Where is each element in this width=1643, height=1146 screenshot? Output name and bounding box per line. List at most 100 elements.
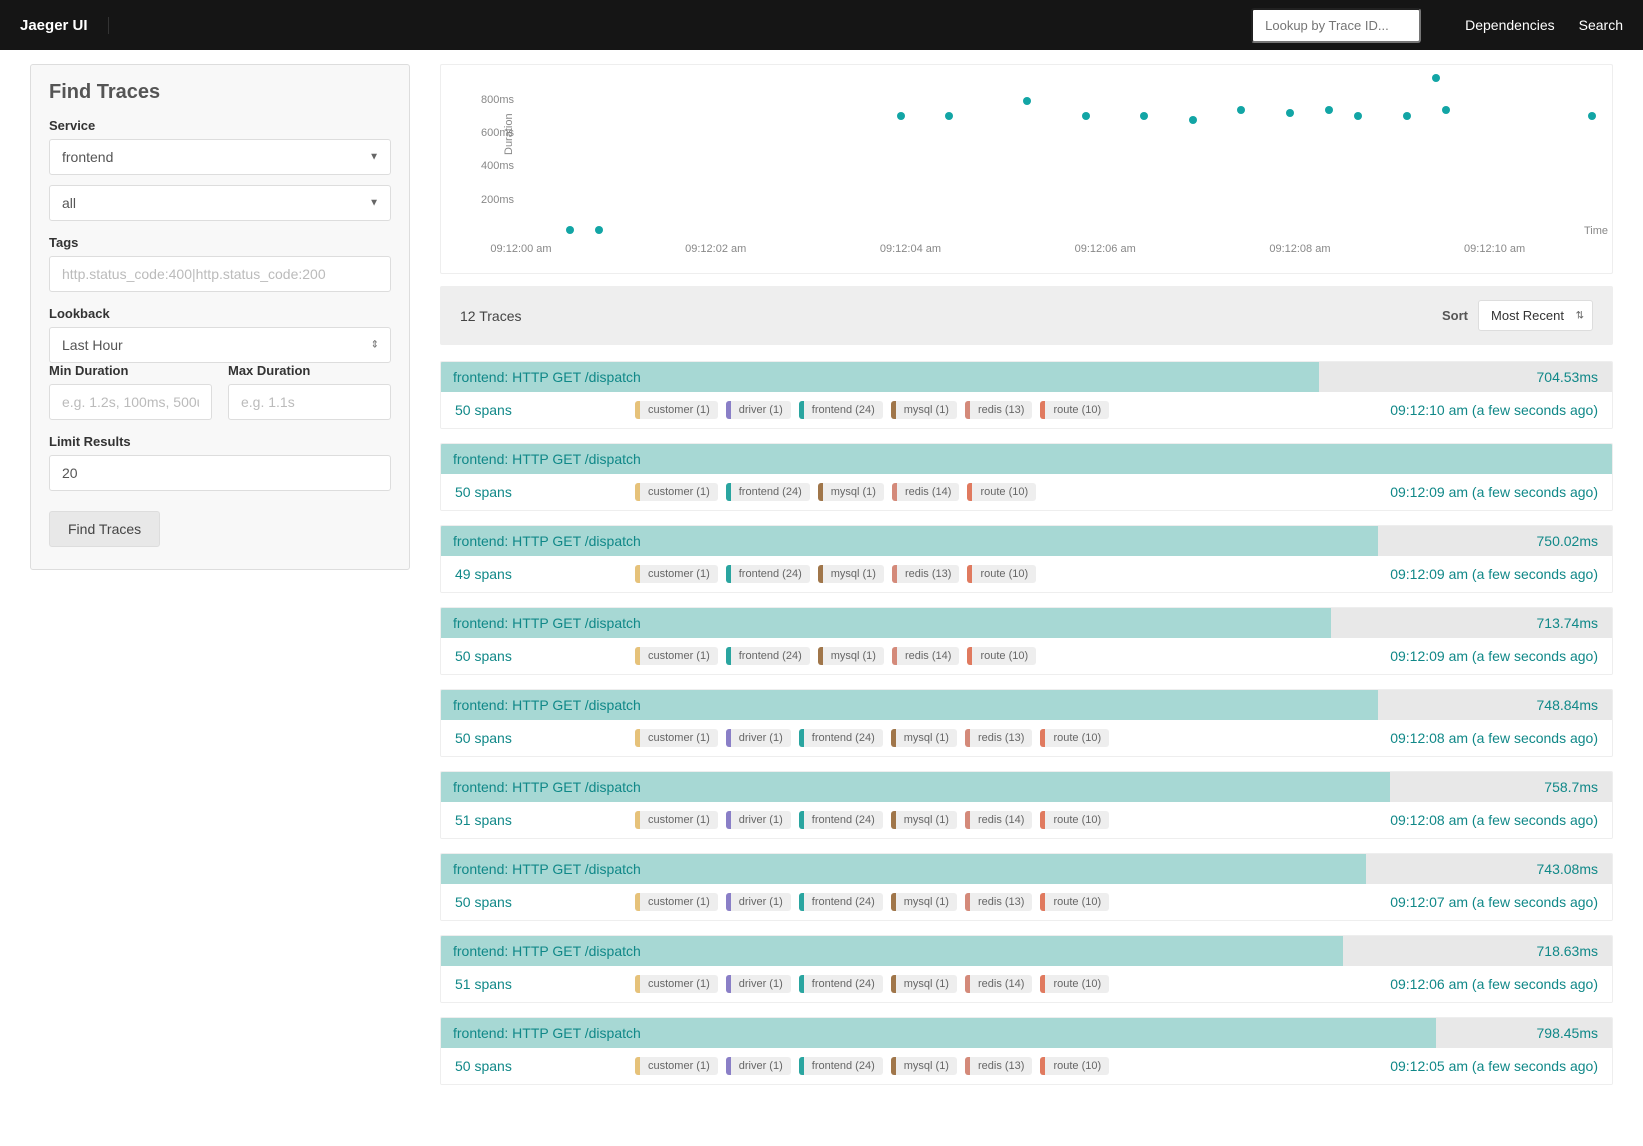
trace-spans: 49 spans: [455, 566, 635, 582]
find-traces-button[interactable]: Find Traces: [49, 511, 160, 547]
service-tag: customer (1): [635, 647, 718, 665]
sidebar-title: Find Traces: [49, 81, 391, 104]
tags-input[interactable]: [49, 256, 391, 292]
lookback-select[interactable]: Last Hour: [49, 327, 391, 363]
trace-item[interactable]: frontend: HTTP GET /dispatch748.84ms50 s…: [440, 689, 1613, 757]
trace-timestamp: 09:12:08 am (a few seconds ago): [1390, 730, 1598, 746]
chart-point[interactable]: [1432, 74, 1440, 82]
service-tag: customer (1): [635, 1057, 718, 1075]
chart-point[interactable]: [1588, 112, 1596, 120]
service-tag: frontend (24): [726, 483, 810, 501]
brand: Jaeger UI: [20, 17, 109, 34]
chart-point[interactable]: [1442, 106, 1450, 114]
limit-input[interactable]: [49, 455, 391, 491]
trace-duration: 758.7ms: [1530, 772, 1612, 802]
min-duration-input[interactable]: [49, 384, 212, 420]
trace-item[interactable]: frontend: HTTP GET /dispatch713.74ms50 s…: [440, 607, 1613, 675]
service-tag: frontend (24): [726, 647, 810, 665]
trace-tags: customer (1)frontend (24)mysql (1)redis …: [635, 483, 1036, 501]
service-tag: redis (14): [892, 483, 959, 501]
chart-point[interactable]: [897, 112, 905, 120]
chart-point[interactable]: [1325, 106, 1333, 114]
service-tag: driver (1): [726, 1057, 791, 1075]
chart-point[interactable]: [566, 226, 574, 234]
trace-tags: customer (1)driver (1)frontend (24)mysql…: [635, 893, 1109, 911]
chart-point[interactable]: [1354, 112, 1362, 120]
trace-title: frontend: HTTP GET /dispatch: [441, 854, 1366, 884]
trace-title: frontend: HTTP GET /dispatch: [441, 526, 1378, 556]
trace-duration: 750.02ms: [1523, 526, 1612, 556]
topbar: Jaeger UI Dependencies Search: [0, 0, 1643, 50]
chart-xtick: 09:12:02 am: [685, 243, 746, 255]
chart-point[interactable]: [1140, 112, 1148, 120]
trace-spans: 50 spans: [455, 1058, 635, 1074]
chart-xtick: 09:12:00 am: [490, 243, 551, 255]
trace-duration: 743.08ms: [1523, 854, 1612, 884]
service-tag: frontend (24): [726, 565, 810, 583]
service-tag: customer (1): [635, 975, 718, 993]
chart-point[interactable]: [1286, 109, 1294, 117]
service-tag: redis (14): [892, 647, 959, 665]
trace-tags: customer (1)driver (1)frontend (24)mysql…: [635, 1057, 1109, 1075]
service-tag: redis (14): [965, 811, 1032, 829]
sort-select[interactable]: Most Recent: [1478, 300, 1593, 331]
service-tag: route (10): [1040, 893, 1109, 911]
scatter-chart: Duration Time 200ms400ms600ms800ms09:12:…: [440, 64, 1613, 274]
service-tag: route (10): [967, 483, 1036, 501]
trace-duration: 704.53ms: [1523, 362, 1612, 392]
service-tag: mysql (1): [891, 729, 957, 747]
trace-duration: 930.01ms: [1612, 444, 1613, 474]
chart-point[interactable]: [1082, 112, 1090, 120]
service-select[interactable]: frontend: [49, 139, 391, 175]
chart-ytick: 800ms: [481, 94, 514, 106]
trace-item[interactable]: frontend: HTTP GET /dispatch798.45ms50 s…: [440, 1017, 1613, 1085]
service-tag: mysql (1): [891, 1057, 957, 1075]
chart-point[interactable]: [595, 226, 603, 234]
operation-select[interactable]: all: [49, 185, 391, 221]
service-tag: customer (1): [635, 729, 718, 747]
trace-item[interactable]: frontend: HTTP GET /dispatch718.63ms51 s…: [440, 935, 1613, 1003]
service-tag: mysql (1): [891, 893, 957, 911]
service-tag: redis (14): [965, 975, 1032, 993]
service-tag: frontend (24): [799, 893, 883, 911]
service-tag: route (10): [967, 647, 1036, 665]
chart-point[interactable]: [1237, 106, 1245, 114]
service-tag: frontend (24): [799, 811, 883, 829]
chart-xtick: 09:12:06 am: [1075, 243, 1136, 255]
service-tag: route (10): [1040, 811, 1109, 829]
max-duration-input[interactable]: [228, 384, 391, 420]
service-tag: mysql (1): [891, 401, 957, 419]
service-tag: mysql (1): [891, 975, 957, 993]
trace-title: frontend: HTTP GET /dispatch: [441, 362, 1319, 392]
service-tag: frontend (24): [799, 729, 883, 747]
service-tag: customer (1): [635, 565, 718, 583]
trace-item[interactable]: frontend: HTTP GET /dispatch 750.02ms 49 s…: [440, 525, 1613, 593]
service-tag: route (10): [1040, 401, 1109, 419]
service-tag: mysql (1): [818, 565, 884, 583]
trace-id-lookup-input[interactable]: [1251, 8, 1421, 43]
chart-point[interactable]: [1023, 97, 1031, 105]
nav-search[interactable]: Search: [1579, 17, 1623, 33]
tags-label: Tags: [49, 235, 391, 250]
trace-duration: 718.63ms: [1523, 936, 1612, 966]
chart-point[interactable]: [945, 112, 953, 120]
trace-spans: 51 spans: [455, 812, 635, 828]
trace-item[interactable]: frontend: HTTP GET /dispatch704.53ms50 s…: [440, 361, 1613, 429]
trace-timestamp: 09:12:08 am (a few seconds ago): [1390, 812, 1598, 828]
trace-item[interactable]: frontend: HTTP GET /dispatch930.01ms50 s…: [440, 443, 1613, 511]
lookback-label: Lookback: [49, 306, 391, 321]
service-tag: route (10): [1040, 975, 1109, 993]
max-duration-label: Max Duration: [228, 363, 391, 378]
trace-item[interactable]: frontend: HTTP GET /dispatch758.7ms51 sp…: [440, 771, 1613, 839]
service-tag: customer (1): [635, 893, 718, 911]
nav-dependencies[interactable]: Dependencies: [1465, 17, 1555, 33]
trace-spans: 50 spans: [455, 730, 635, 746]
trace-item[interactable]: frontend: HTTP GET /dispatch743.08ms50 s…: [440, 853, 1613, 921]
min-duration-label: Min Duration: [49, 363, 212, 378]
trace-tags: customer (1)frontend (24)mysql (1)redis …: [635, 565, 1036, 583]
chart-point[interactable]: [1189, 116, 1197, 124]
trace-tags: customer (1)driver (1)frontend (24)mysql…: [635, 975, 1109, 993]
service-tag: frontend (24): [799, 401, 883, 419]
chart-point[interactable]: [1403, 112, 1411, 120]
trace-duration: 798.45ms: [1523, 1018, 1612, 1048]
